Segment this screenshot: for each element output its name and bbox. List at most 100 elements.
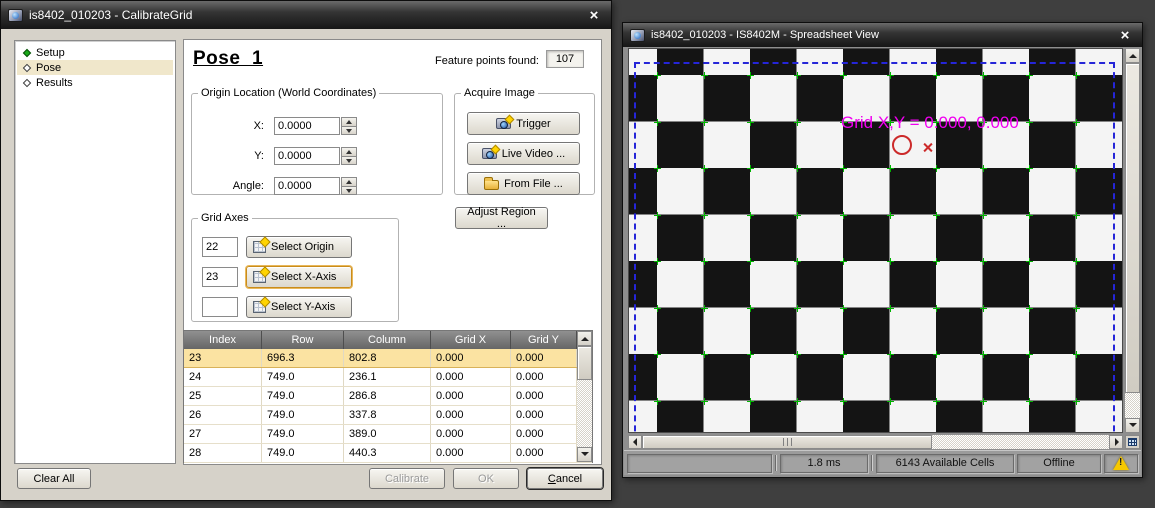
field-label: X: xyxy=(206,120,264,132)
feature-cross-icon xyxy=(747,119,754,126)
cross-arm xyxy=(704,119,705,126)
spinner[interactable] xyxy=(341,147,357,165)
feature-cross-icon xyxy=(701,165,708,172)
pose-panel: Pose 1 Feature points found: 107 Origin … xyxy=(183,39,602,465)
feature-cross-icon xyxy=(747,305,754,312)
cross-arm xyxy=(704,258,705,265)
cross-arm xyxy=(1029,398,1030,405)
angle-coordinate-input[interactable] xyxy=(274,177,340,195)
cross-arm xyxy=(750,258,751,265)
scroll-up-icon[interactable] xyxy=(577,331,592,346)
cross-arm xyxy=(657,398,658,405)
y-coordinate-input[interactable] xyxy=(274,147,340,165)
origin-cross-marker xyxy=(922,142,933,153)
scroll-up-icon[interactable] xyxy=(1125,48,1140,63)
cross-arm xyxy=(797,212,798,219)
tree-item-setup[interactable]: Setup xyxy=(17,45,173,60)
h-scroll-thumb[interactable] xyxy=(642,435,932,449)
feature-cross-icon xyxy=(1073,258,1080,265)
tree-item-results[interactable]: Results xyxy=(17,75,173,90)
spreadsheet-view-titlebar[interactable]: is8402_010203 - IS8402M - Spreadsheet Vi… xyxy=(623,23,1142,47)
feature-cross-icon xyxy=(1026,72,1033,79)
select-x-axis-index-field[interactable] xyxy=(202,267,238,287)
feature-cross-icon xyxy=(1026,351,1033,358)
select-point-icon xyxy=(253,241,266,253)
clear-all-button[interactable]: Clear All xyxy=(17,468,91,489)
table-row[interactable]: 26749.0337.80.0000.000 xyxy=(184,406,592,425)
feature-cross-icon xyxy=(840,351,847,358)
table-row[interactable]: 28749.0440.30.0000.000 xyxy=(184,444,592,463)
table-scroll-thumb[interactable] xyxy=(577,346,592,380)
feature-cross-icon xyxy=(980,258,987,265)
feature-cross-icon xyxy=(794,258,801,265)
select-x-axis-button[interactable]: Select X-Axis xyxy=(246,266,352,288)
spin-up-icon[interactable] xyxy=(341,147,357,157)
spinner[interactable] xyxy=(341,177,357,195)
feature-cross-icon xyxy=(1073,305,1080,312)
cross-arm xyxy=(843,305,844,312)
scroll-right-icon[interactable] xyxy=(1109,435,1123,449)
spin-up-icon[interactable] xyxy=(341,177,357,187)
v-scroll-thumb[interactable] xyxy=(1125,63,1140,393)
vertical-scrollbar[interactable] xyxy=(1125,48,1140,433)
feature-cross-icon xyxy=(654,351,661,358)
x-coordinate-input[interactable] xyxy=(274,117,340,135)
close-icon[interactable]: × xyxy=(584,8,604,23)
table-scrollbar[interactable] xyxy=(577,331,592,462)
column-header-column: Column xyxy=(344,331,431,349)
table-header-row: IndexRowColumnGrid XGrid Y xyxy=(184,331,592,349)
select-origin-index-field[interactable] xyxy=(202,237,238,257)
acquire-image-group-title: Acquire Image xyxy=(461,87,538,99)
feature-cross-icon xyxy=(747,351,754,358)
select-y-axis-button[interactable]: Select Y-Axis xyxy=(246,296,352,318)
grid-axes-row: Select X-Axis xyxy=(202,266,398,288)
v-scroll-track[interactable] xyxy=(1125,393,1140,418)
live-video-button[interactable]: Live Video ... xyxy=(467,142,580,165)
feature-cross-icon xyxy=(747,165,754,172)
cross-arm xyxy=(1076,258,1077,265)
cross-arm xyxy=(983,258,984,265)
select-y-axis-index-field[interactable] xyxy=(202,297,238,317)
horizontal-scrollbar[interactable] xyxy=(628,435,1123,449)
close-icon[interactable]: × xyxy=(1115,28,1135,43)
spin-up-icon[interactable] xyxy=(341,117,357,127)
grid-corner-icon[interactable] xyxy=(1125,435,1140,449)
table-cell: 0.000 xyxy=(431,425,511,443)
app-icon xyxy=(8,9,23,22)
feature-cross-icon xyxy=(794,72,801,79)
trigger-button[interactable]: Trigger xyxy=(467,112,580,135)
spreadsheet-view-body: Grid X,Y = 0.000, 0.000 1.8 ms 6143 Avai… xyxy=(623,47,1142,477)
scroll-left-icon[interactable] xyxy=(628,435,642,449)
table-scroll-track[interactable] xyxy=(577,380,592,447)
spin-down-icon[interactable] xyxy=(341,127,357,136)
table-row[interactable]: 27749.0389.00.0000.000 xyxy=(184,425,592,444)
from-file-button[interactable]: From File ... xyxy=(467,172,580,195)
cross-arm xyxy=(890,165,891,172)
checkerboard-calibration-image[interactable]: Grid X,Y = 0.000, 0.000 xyxy=(628,48,1123,433)
scroll-down-icon[interactable] xyxy=(1125,418,1140,433)
h-scroll-track[interactable] xyxy=(932,435,1109,449)
table-row[interactable]: 24749.0236.10.0000.000 xyxy=(184,368,592,387)
spinner[interactable] xyxy=(341,117,357,135)
grid-axes-group-title: Grid Axes xyxy=(198,212,252,224)
table-row[interactable]: 23696.3802.80.0000.000 xyxy=(184,349,592,368)
feature-cross-icon xyxy=(980,72,987,79)
adjust-region-button[interactable]: Adjust Region ... xyxy=(455,207,548,229)
table-row[interactable]: 25749.0286.80.0000.000 xyxy=(184,387,592,406)
spin-down-icon[interactable] xyxy=(341,187,357,196)
origin-field-row: Angle: xyxy=(192,171,442,201)
scroll-down-icon[interactable] xyxy=(577,447,592,462)
calibrate-grid-titlebar[interactable]: is8402_010203 - CalibrateGrid × xyxy=(1,1,611,29)
table-body: 23696.3802.80.0000.00024749.0236.10.0000… xyxy=(184,349,592,463)
clear-all-label: Clear All xyxy=(34,473,75,485)
warning-indicator[interactable] xyxy=(1104,454,1138,473)
tree-item-pose[interactable]: Pose xyxy=(17,60,173,75)
cross-arm xyxy=(657,351,658,358)
cross-arm xyxy=(843,212,844,219)
tree-item-label: Pose xyxy=(36,62,61,74)
feature-cross-icon xyxy=(654,258,661,265)
cancel-button[interactable]: Cancel xyxy=(527,468,603,489)
spin-down-icon[interactable] xyxy=(341,157,357,166)
cross-arm xyxy=(704,212,705,219)
select-origin-button[interactable]: Select Origin xyxy=(246,236,352,258)
